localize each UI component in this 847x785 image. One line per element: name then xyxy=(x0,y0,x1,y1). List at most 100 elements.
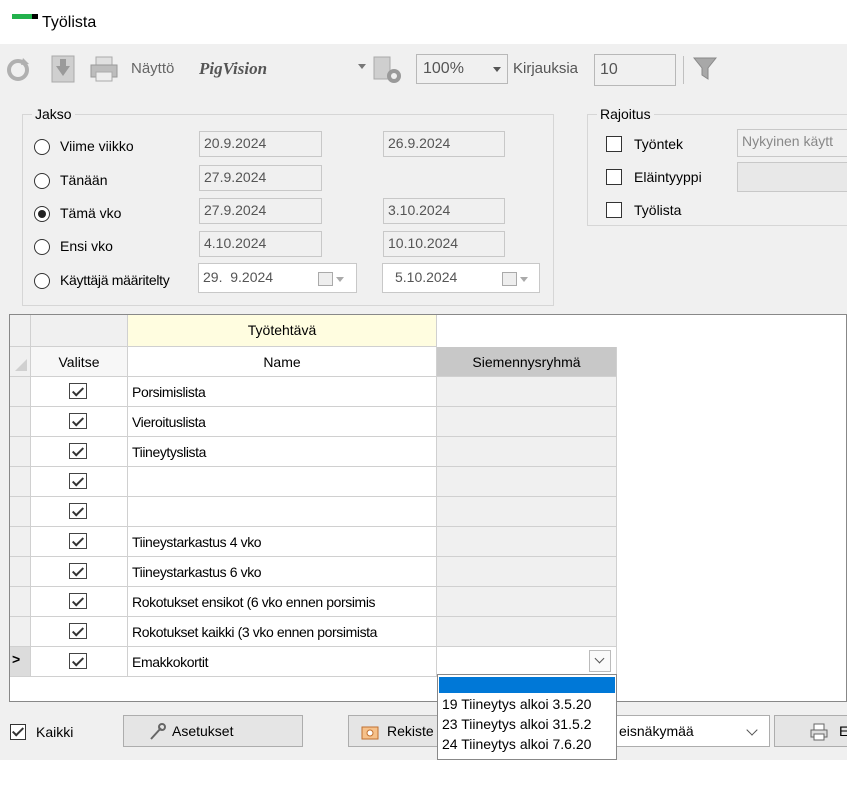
row-select-cell[interactable] xyxy=(31,377,128,407)
row-header[interactable] xyxy=(10,587,31,617)
row-select-cell[interactable] xyxy=(31,557,128,587)
row-select-cell[interactable] xyxy=(31,407,128,437)
row-group-cell[interactable] xyxy=(437,407,617,437)
entries-input[interactable]: 10 xyxy=(594,54,676,86)
print-icon[interactable] xyxy=(90,56,118,84)
row-checkbox[interactable] xyxy=(69,623,87,639)
row-checkbox[interactable] xyxy=(69,533,87,549)
row-checkbox[interactable] xyxy=(69,383,87,399)
row-header[interactable] xyxy=(10,617,31,647)
row-select-cell[interactable] xyxy=(31,497,128,527)
dropdown-option-selected[interactable] xyxy=(439,677,615,693)
row-checkbox[interactable] xyxy=(69,443,87,459)
group-dropdown-list[interactable]: 19 Tiineytys alkoi 3.5.20 23 Tiineytys a… xyxy=(437,674,617,760)
filter-icon[interactable] xyxy=(692,56,719,84)
register-button[interactable]: Rekiste xyxy=(348,715,448,747)
row-header[interactable] xyxy=(10,437,31,467)
row-header[interactable] xyxy=(10,527,31,557)
row-select-cell[interactable] xyxy=(31,527,128,557)
row-name-cell[interactable]: Rokotukset ensikot (6 vko ennen porsimis xyxy=(128,587,437,617)
next-week-label: Ensi vko xyxy=(60,238,113,254)
last-week-label: Viime viikko xyxy=(60,138,134,154)
row-checkbox[interactable] xyxy=(69,413,87,429)
row-group-cell[interactable] xyxy=(437,467,617,497)
today-from[interactable]: 27.9.2024 xyxy=(199,165,322,191)
view-selection-value: eisnäkymää xyxy=(619,723,694,739)
radio-today[interactable] xyxy=(34,173,50,189)
radio-this-week[interactable] xyxy=(34,206,50,222)
row-group-cell[interactable] xyxy=(437,437,617,467)
row-group-cell[interactable] xyxy=(437,377,617,407)
row-header[interactable] xyxy=(10,557,31,587)
this-week-from[interactable]: 27.9.2024 xyxy=(199,198,322,224)
zoom-value: 100% xyxy=(423,60,464,77)
row-header[interactable] xyxy=(10,497,31,527)
radio-user-defined[interactable] xyxy=(34,273,50,289)
animal-type-checkbox[interactable] xyxy=(606,169,622,185)
radio-last-week[interactable] xyxy=(34,139,50,155)
row-name-cell[interactable]: Tiineystarkastus 4 vko xyxy=(128,527,437,557)
settings-button[interactable]: Asetukset xyxy=(123,715,303,747)
col-header-select[interactable]: Valitse xyxy=(31,347,128,377)
view-selection-select[interactable]: eisnäkymää xyxy=(617,715,770,747)
row-select-cell[interactable] xyxy=(31,437,128,467)
row-name-cell[interactable]: Vieroituslista xyxy=(128,407,437,437)
row-header[interactable] xyxy=(10,467,31,497)
download-icon[interactable] xyxy=(50,54,76,83)
row-select-cell[interactable] xyxy=(31,617,128,647)
col-header-group[interactable]: Siemennysryhmä xyxy=(437,347,617,377)
row-header[interactable] xyxy=(10,407,31,437)
all-label: Kaikki xyxy=(36,724,74,740)
row-checkbox[interactable] xyxy=(69,593,87,609)
employee-field[interactable]: Nykyinen käytt xyxy=(737,129,847,157)
calendar-icon xyxy=(318,272,333,286)
row-name-cell[interactable]: Tiineystarkastus 6 vko xyxy=(128,557,437,587)
row-name-cell[interactable]: Rokotukset kaikki (3 vko ennen porsimist… xyxy=(128,617,437,647)
app-icon xyxy=(12,14,38,22)
view-select[interactable]: PigVision xyxy=(190,54,370,84)
this-week-to[interactable]: 3.10.2024 xyxy=(383,198,505,224)
row-group-cell[interactable] xyxy=(437,497,617,527)
row-header[interactable] xyxy=(10,377,31,407)
employee-checkbox[interactable] xyxy=(606,136,622,152)
chevron-down-icon[interactable] xyxy=(589,650,611,672)
radio-next-week[interactable] xyxy=(34,239,50,255)
dropdown-option[interactable]: 24 Tiineytys alkoi 7.6.20 xyxy=(442,736,591,752)
row-group-cell[interactable] xyxy=(437,557,617,587)
row-checkbox[interactable] xyxy=(69,503,87,519)
refresh-icon[interactable] xyxy=(5,56,31,84)
row-group-cell[interactable] xyxy=(437,617,617,647)
row-name-cell[interactable] xyxy=(128,467,437,497)
row-name-cell[interactable]: Porsimislista xyxy=(128,377,437,407)
print-button[interactable]: E xyxy=(774,715,847,747)
row-checkbox[interactable] xyxy=(69,473,87,489)
animal-type-field[interactable] xyxy=(737,162,847,192)
last-week-to[interactable]: 26.9.2024 xyxy=(383,131,505,157)
row-checkbox[interactable] xyxy=(69,653,87,669)
next-week-to[interactable]: 10.10.2024 xyxy=(383,231,505,257)
group-select-cell[interactable] xyxy=(437,647,617,677)
row-name-cell[interactable]: Tiineytyslista xyxy=(128,437,437,467)
custom-from-date-picker[interactable]: 29. 9.2024 xyxy=(198,263,357,293)
current-row-marker[interactable]: > xyxy=(10,647,31,677)
today-label: Tänään xyxy=(60,172,108,188)
settings-gear-icon[interactable] xyxy=(373,54,401,83)
row-name-cell[interactable] xyxy=(128,497,437,527)
all-checkbox[interactable] xyxy=(10,724,26,740)
dropdown-option[interactable]: 19 Tiineytys alkoi 3.5.20 xyxy=(442,696,591,712)
row-group-cell[interactable] xyxy=(437,587,617,617)
view-label: Näyttö xyxy=(131,60,175,77)
row-name-cell[interactable]: Emakkokortit xyxy=(128,647,437,677)
row-select-cell[interactable] xyxy=(31,647,128,677)
row-select-cell[interactable] xyxy=(31,587,128,617)
zoom-select[interactable]: 100% xyxy=(416,54,508,84)
dropdown-option[interactable]: 23 Tiineytys alkoi 31.5.2 xyxy=(442,716,591,732)
last-week-from[interactable]: 20.9.2024 xyxy=(199,131,322,157)
next-week-from[interactable]: 4.10.2024 xyxy=(199,231,322,257)
row-checkbox[interactable] xyxy=(69,563,87,579)
custom-to-date-picker[interactable]: 5.10.2024 xyxy=(382,263,540,293)
worklist-checkbox[interactable] xyxy=(606,202,622,218)
col-header-name[interactable]: Name xyxy=(128,347,437,377)
row-group-cell[interactable] xyxy=(437,527,617,557)
row-select-cell[interactable] xyxy=(31,467,128,497)
